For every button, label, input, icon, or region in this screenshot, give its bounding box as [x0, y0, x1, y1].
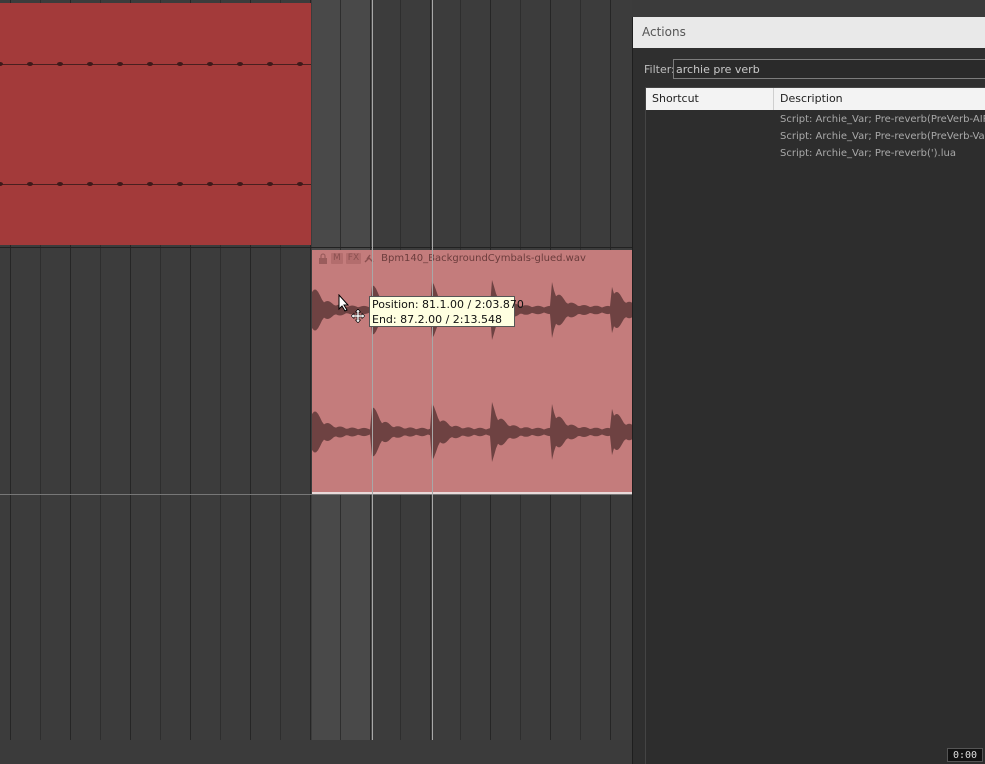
timer-display: 0:00: [947, 748, 983, 762]
item-name: Bpm140_BackgroundCymbals-glued.wav: [381, 253, 586, 264]
envelope-line: [0, 184, 311, 185]
envelope-point[interactable]: [267, 182, 273, 186]
envelope-point[interactable]: [237, 62, 243, 66]
envelope-point[interactable]: [297, 62, 303, 66]
envelope-point[interactable]: [237, 182, 243, 186]
envelope-point[interactable]: [117, 62, 123, 66]
envelope-point[interactable]: [0, 62, 3, 66]
envelope-point[interactable]: [147, 62, 153, 66]
column-header-description[interactable]: Description: [780, 92, 843, 105]
filter-label: Filter:: [644, 63, 675, 76]
list-item[interactable]: Script: Archie_Var; Pre-reverb(').lua: [646, 146, 985, 163]
tooltip-position: Position: 81.1.00 / 2:03.870: [372, 298, 524, 311]
envelope-point[interactable]: [177, 182, 183, 186]
list-item[interactable]: Script: Archie_Var; Pre-reverb(PreVerb-A…: [646, 112, 985, 129]
list-item[interactable]: Script: Archie_Var; Pre-reverb(PreVerb-V…: [646, 129, 985, 146]
envelope-point[interactable]: [87, 62, 93, 66]
action-description: Script: Archie_Var; Pre-reverb(PreVerb-A…: [780, 114, 985, 125]
column-separator[interactable]: [773, 88, 774, 110]
mute-button[interactable]: M: [331, 253, 343, 264]
action-description: Script: Archie_Var; Pre-reverb(PreVerb-V…: [780, 131, 985, 142]
track-divider: [0, 247, 632, 248]
action-description: Script: Archie_Var; Pre-reverb(').lua: [780, 148, 956, 159]
play-cursor: [432, 0, 433, 740]
list-header: Shortcut Description: [646, 88, 985, 110]
envelope-point[interactable]: [27, 182, 33, 186]
column-header-shortcut[interactable]: Shortcut: [652, 92, 699, 105]
waveform-right: [312, 402, 632, 462]
envelope-point[interactable]: [117, 182, 123, 186]
actions-list[interactable]: Shortcut Description Script: Archie_Var;…: [645, 87, 985, 764]
envelope-point[interactable]: [0, 182, 3, 186]
tooltip-end: End: 87.2.00 / 2:13.548: [372, 313, 502, 326]
item-header: M FX Bpm140_BackgroundCymbals-glued.wav: [318, 252, 586, 265]
edit-cursor: [372, 0, 373, 740]
track-divider: [0, 494, 632, 495]
envelope-point[interactable]: [57, 182, 63, 186]
midi-item-red[interactable]: [0, 3, 311, 245]
envelope-point[interactable]: [207, 182, 213, 186]
filter-input[interactable]: [673, 59, 985, 79]
fx-button[interactable]: FX: [345, 253, 362, 264]
envelope-point[interactable]: [267, 62, 273, 66]
envelope-point[interactable]: [27, 62, 33, 66]
audio-item[interactable]: M FX Bpm140_BackgroundCymbals-glued.wav: [312, 250, 632, 494]
envelope-point[interactable]: [297, 182, 303, 186]
arrange-view[interactable]: M FX Bpm140_BackgroundCymbals-glued.wav: [0, 0, 632, 740]
envelope-point[interactable]: [207, 62, 213, 66]
envelope-line: [0, 64, 311, 65]
window-title[interactable]: Actions: [633, 17, 985, 48]
envelope-point[interactable]: [87, 182, 93, 186]
envelope-point[interactable]: [57, 62, 63, 66]
move-cursor-icon: [350, 308, 366, 326]
lock-icon[interactable]: [318, 253, 328, 264]
envelope-point[interactable]: [177, 62, 183, 66]
item-position-tooltip: Position: 81.1.00 / 2:03.870 End: 87.2.0…: [369, 296, 524, 327]
mouse-pointer-icon: [338, 293, 350, 315]
actions-window[interactable]: Actions Filter: Shortcut Description Scr…: [632, 17, 985, 764]
envelope-point[interactable]: [147, 182, 153, 186]
